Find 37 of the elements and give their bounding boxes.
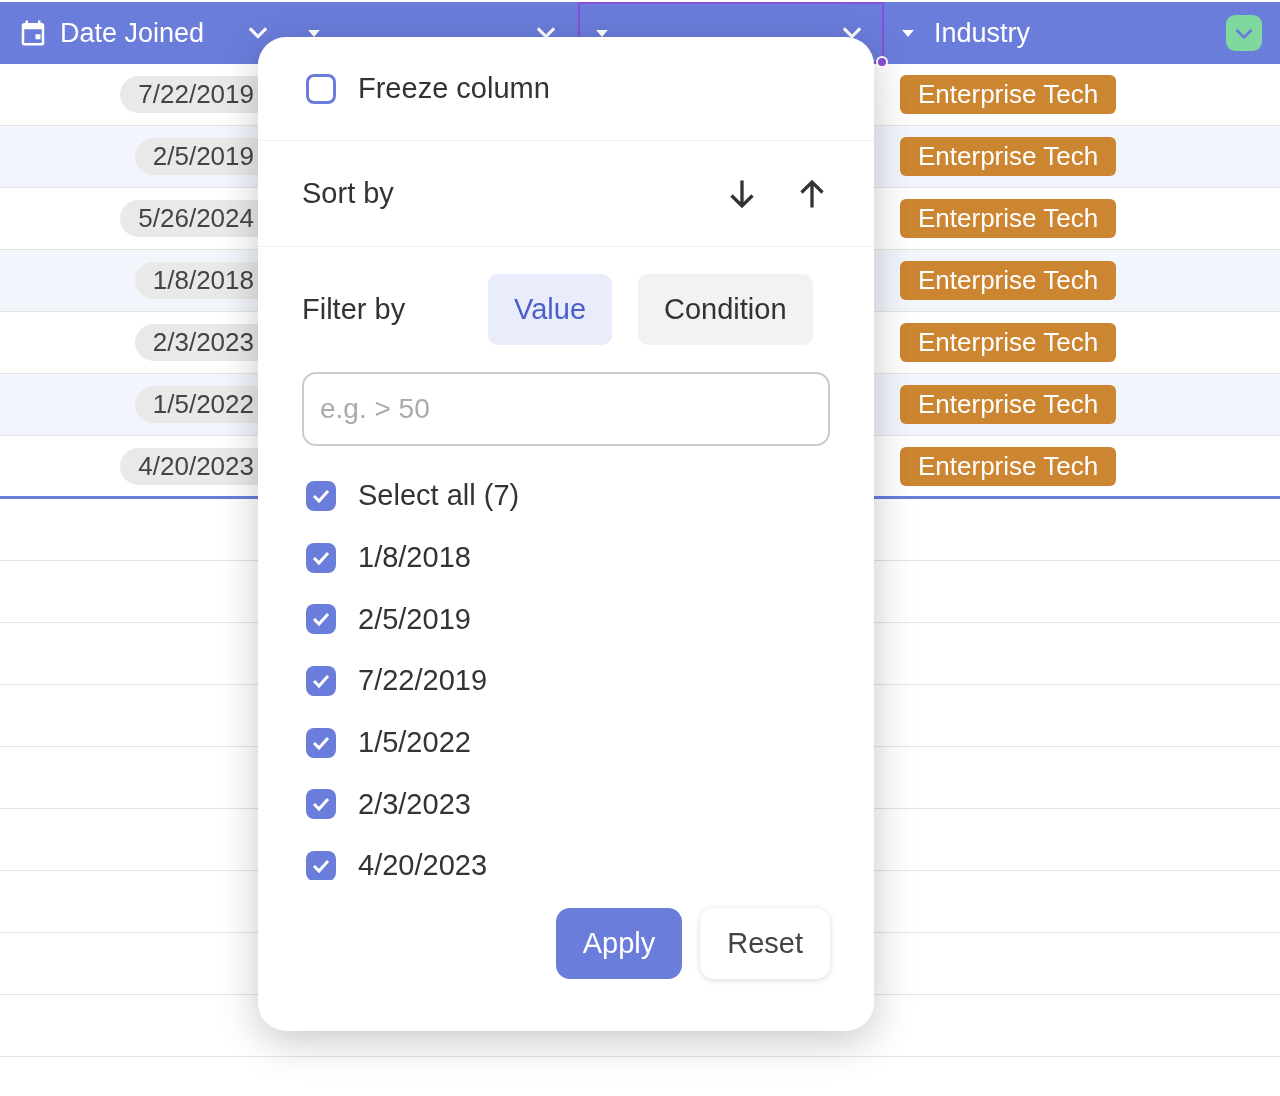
checkbox[interactable] — [306, 542, 336, 573]
checkbox[interactable] — [306, 727, 336, 758]
freeze-label: Freeze column — [358, 72, 550, 105]
reset-button[interactable]: Reset — [700, 908, 830, 979]
option-label: Select all (7) — [358, 479, 520, 513]
option-label: 1/5/2022 — [358, 726, 471, 760]
industry-tag: Enterprise Tech — [900, 261, 1117, 300]
industry-tag: Enterprise Tech — [900, 75, 1117, 114]
caret-icon — [902, 29, 914, 37]
resize-handle[interactable] — [876, 56, 888, 68]
option-label: 7/22/2019 — [358, 664, 487, 698]
industry-tag: Enterprise Tech — [900, 385, 1117, 424]
option-label: 2/5/2019 — [358, 602, 471, 636]
column-header[interactable]: Industry — [884, 2, 1280, 64]
checkbox[interactable] — [306, 480, 336, 511]
column-title: Date Joined — [60, 17, 206, 49]
industry-tag: Enterprise Tech — [900, 323, 1117, 362]
checkbox[interactable] — [306, 789, 336, 820]
column-title: Industry — [934, 17, 1032, 49]
checkbox[interactable] — [306, 850, 336, 880]
filter-tab[interactable]: Condition — [638, 274, 813, 345]
filter-label: Filter by — [302, 293, 407, 326]
apply-button[interactable]: Apply — [555, 908, 683, 979]
filter-tab[interactable]: Value — [488, 274, 613, 345]
checkbox[interactable] — [306, 665, 336, 696]
option-label: 1/8/2018 — [358, 541, 471, 575]
sort-label: Sort by — [302, 177, 395, 210]
column-header[interactable]: Date Joined — [0, 2, 290, 64]
checkbox[interactable] — [306, 604, 336, 635]
option-label: 4/20/2023 — [358, 849, 487, 880]
industry-tag: Enterprise Tech — [900, 137, 1117, 176]
industry-tag: Enterprise Tech — [900, 199, 1117, 238]
option-label: 2/3/2023 — [358, 787, 471, 821]
industry-tag: Enterprise Tech — [900, 447, 1117, 486]
checkbox[interactable] — [306, 73, 336, 104]
filter-input[interactable]: e.g. > 50 — [302, 372, 830, 446]
column-menu-button[interactable] — [1226, 15, 1262, 51]
